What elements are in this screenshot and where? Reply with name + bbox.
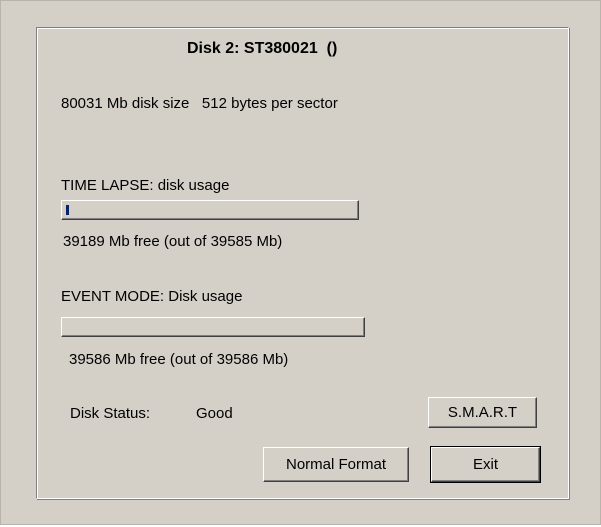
- disk-info-text: 80031 Mb disk size 512 bytes per sector: [61, 95, 338, 112]
- disk-dialog: Disk 2: ST380021 () 80031 Mb disk size 5…: [0, 0, 601, 525]
- time-lapse-free-text: 39189 Mb free (out of 39585 Mb): [63, 233, 283, 250]
- time-lapse-progress-fill: [66, 205, 69, 215]
- disk-status-value: Good: [196, 405, 233, 422]
- dialog-title: Disk 2: ST380021 (): [187, 40, 338, 57]
- event-mode-free-text: 39586 Mb free (out of 39586 Mb): [69, 351, 289, 368]
- disk-status-label: Disk Status:: [70, 405, 151, 422]
- smart-button[interactable]: S.M.A.R.T: [428, 397, 537, 428]
- exit-button[interactable]: Exit: [430, 446, 541, 483]
- normal-format-button[interactable]: Normal Format: [263, 447, 409, 482]
- time-lapse-label: TIME LAPSE: disk usage: [61, 177, 230, 194]
- event-mode-label: EVENT MODE: Disk usage: [61, 288, 243, 305]
- time-lapse-progress-bar: [61, 200, 359, 220]
- event-mode-progress-bar: [61, 317, 365, 337]
